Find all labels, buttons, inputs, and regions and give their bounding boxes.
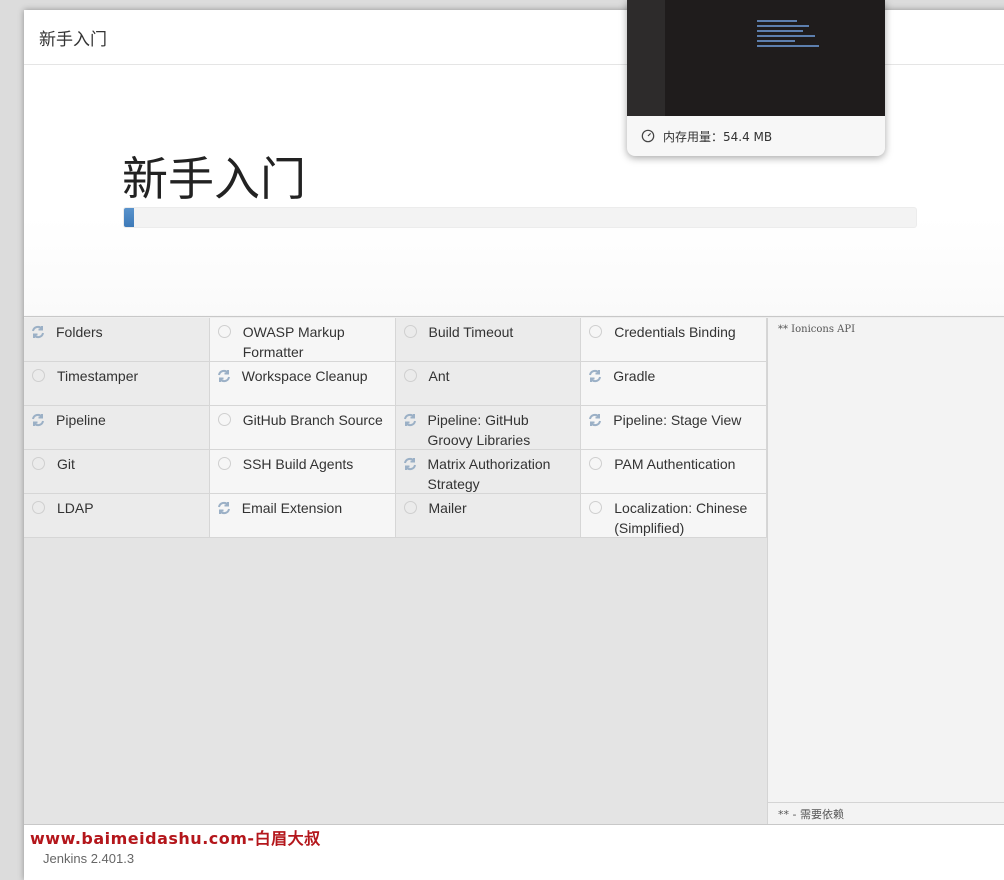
pending-circle-icon [403, 369, 417, 382]
loading-icon [216, 500, 232, 516]
loading-icon [587, 412, 603, 428]
plugin-install-panel: Folders OWASP Markup Formatter Build Timeo… [24, 318, 767, 824]
plugin-label: Email Extension [241, 500, 343, 516]
install-log-text: ** Ionicons API [778, 324, 856, 335]
install-progress-bar [123, 207, 917, 228]
dialog-footer: www.baimeidashu.com-白眉大叔 Jenkins 2.401.3 [24, 824, 1004, 871]
plugin-label: Workspace Cleanup [241, 368, 368, 384]
pending-circle-icon [217, 457, 231, 470]
plugin-label: Pipeline [56, 412, 106, 428]
plugin-label: PAM Authentication [614, 456, 736, 472]
gauge-icon [641, 129, 655, 143]
plugin-item: Gradle [581, 362, 767, 406]
plugin-item: Matrix Authorization Strategy [395, 450, 582, 494]
divider [24, 316, 1004, 317]
plugin-item: Ant [395, 362, 582, 406]
pending-circle-icon [589, 325, 603, 338]
loading-icon [30, 324, 46, 340]
plugin-item: PAM Authentication [581, 450, 767, 494]
plugin-label: Timestamper [57, 368, 139, 384]
plugin-item: Mailer [395, 494, 582, 538]
pending-circle-icon [32, 457, 45, 470]
pending-circle-icon [403, 325, 417, 338]
plugin-item: Pipeline: GitHub Groovy Libraries [395, 406, 582, 450]
plugin-item: Pipeline [24, 406, 210, 450]
pending-circle-icon [589, 457, 603, 470]
pending-circle-icon [589, 501, 603, 514]
watermark: www.baimeidashu.com-白眉大叔 [30, 829, 321, 848]
plugin-label: Folders [56, 324, 103, 340]
pending-circle-icon [217, 413, 231, 426]
plugin-item: Folders [24, 318, 210, 362]
pending-circle-icon [32, 501, 45, 514]
tab-preview-thumbnail [627, 0, 885, 116]
plugin-label: Ant [428, 368, 450, 384]
loading-icon [402, 456, 418, 472]
plugin-item: Localization: Chinese (Simplified) [581, 494, 767, 538]
plugin-label: Credentials Binding [614, 324, 736, 340]
install-log-panel[interactable]: ** Ionicons API ** - 需要依赖 [767, 318, 1004, 824]
plugin-item: OWASP Markup Formatter [209, 318, 396, 362]
plugin-grid: Folders OWASP Markup Formatter Build Timeo… [24, 318, 767, 538]
loading-icon [402, 412, 418, 428]
plugin-label: LDAP [57, 500, 94, 516]
plugin-item: Pipeline: Stage View [581, 406, 767, 450]
plugin-item: Git [24, 450, 210, 494]
plugin-label: Build Timeout [428, 324, 514, 340]
memory-usage-text: 内存用量：54.4 MB [663, 129, 773, 144]
memory-usage: 内存用量：54.4 MB [627, 116, 885, 156]
dependency-legend: ** - 需要依赖 [768, 802, 1004, 824]
plugin-label: Pipeline: GitHub Groovy Libraries [427, 412, 531, 448]
plugin-label: Localization: Chinese (Simplified) [614, 500, 748, 536]
plugin-label: Gradle [613, 368, 656, 384]
install-progress-fill [124, 208, 134, 227]
plugin-item: LDAP [24, 494, 210, 538]
plugin-label: Mailer [428, 500, 467, 516]
loading-icon [216, 368, 232, 384]
plugin-item: Timestamper [24, 362, 210, 406]
plugin-item: Credentials Binding [581, 318, 767, 362]
loading-icon [30, 412, 46, 428]
pending-circle-icon [403, 501, 417, 514]
plugin-label: Matrix Authorization Strategy [427, 456, 551, 492]
plugin-item: GitHub Branch Source [209, 406, 396, 450]
plugin-item: Email Extension [209, 494, 396, 538]
pending-circle-icon [32, 369, 45, 382]
plugin-label: Git [57, 456, 75, 472]
plugin-label: Pipeline: Stage View [613, 412, 742, 428]
tab-preview-popup: 内存用量：54.4 MB [627, 0, 885, 156]
plugin-item: SSH Build Agents [209, 450, 396, 494]
plugin-item: Workspace Cleanup [209, 362, 396, 406]
loading-icon [587, 368, 603, 384]
dialog-header-title: 新手入门 [39, 29, 107, 50]
page-title: 新手入门 [122, 152, 306, 206]
plugin-label: SSH Build Agents [242, 456, 354, 472]
plugin-label: GitHub Branch Source [242, 412, 383, 428]
plugin-item: Build Timeout [395, 318, 582, 362]
plugin-label: OWASP Markup Formatter [242, 324, 345, 360]
pending-circle-icon [217, 325, 231, 338]
jenkins-version: Jenkins 2.401.3 [43, 851, 135, 866]
